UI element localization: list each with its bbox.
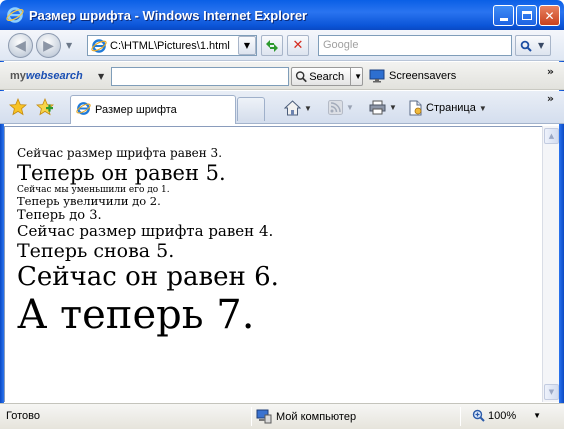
mywebsearch-search-button[interactable]: Search ▼ (291, 67, 363, 86)
commandbar-overflow-chevron-icon[interactable]: » (547, 92, 554, 105)
text-line-size-2: Теперь увеличили до 2. (17, 194, 161, 209)
toolbar-overflow-chevron-icon[interactable]: » (547, 65, 554, 78)
tab-ie-icon (76, 101, 91, 119)
zoom-label: 100% (488, 409, 517, 422)
scroll-down-button[interactable]: ▼ (544, 384, 559, 400)
back-arrow-icon: ◀ (15, 37, 26, 54)
minimize-icon (499, 18, 508, 21)
text-line-size-7: А теперь 7. (17, 292, 255, 339)
page-content: Сейчас размер шрифта равен 3. Теперь он … (4, 126, 542, 402)
logo-prefix: my (10, 70, 26, 82)
text-line-size-3b: Теперь до 3. (17, 207, 102, 223)
status-divider (460, 407, 461, 426)
stop-icon: ✕ (292, 38, 304, 53)
status-text: Готово (6, 410, 40, 422)
rss-feed-icon (328, 100, 343, 115)
page-dropdown-icon: ▼ (478, 103, 487, 113)
text-line-size-3: Сейчас размер шрифта равен 3. (17, 146, 223, 160)
maximize-button[interactable] (516, 5, 537, 26)
history-dropdown-icon[interactable]: ▼ (66, 41, 72, 50)
mywebsearch-logo[interactable]: mywebsearch (10, 70, 83, 82)
page-menu-button[interactable]: Страница ▼ (408, 100, 487, 116)
zoom-dropdown-icon: ▼ (533, 411, 542, 420)
tab-razmer-shrifta[interactable]: Размер шрифта (70, 95, 236, 124)
status-divider (251, 407, 252, 426)
search-label: Search (309, 70, 345, 83)
refresh-icon (266, 39, 278, 52)
stop-button[interactable]: ✕ (287, 35, 309, 56)
scroll-up-button[interactable]: ▲ (544, 128, 559, 144)
feeds-button[interactable]: ▼ (328, 100, 354, 115)
text-line-size-4: Сейчас размер шрифта равен 4. (17, 222, 274, 241)
window-title: Размер шрифта - Windows Internet Explore… (29, 7, 308, 23)
feeds-dropdown-icon[interactable]: ▼ (346, 103, 354, 112)
magnifier-icon (295, 71, 307, 83)
refresh-button[interactable] (261, 35, 283, 56)
logo-dropdown-icon[interactable]: ▼ (98, 72, 104, 81)
address-toolbar: ◀ ▶ ▼ C:\HTML\Pictures\1.html ▼ ✕ Google (0, 30, 564, 61)
mywebsearch-toolbar: mywebsearch ▼ Search ▼ Screensavers » (0, 62, 564, 90)
print-button[interactable]: ▼ (369, 100, 397, 115)
forward-arrow-icon: ▶ (43, 37, 54, 54)
scroll-up-arrow-icon: ▲ (548, 132, 555, 140)
security-zone[interactable]: Мой компьютер (256, 409, 356, 424)
tab-bar: Размер шрифта ▼ ▼ ▼ Страница ▼ » (0, 91, 564, 124)
home-button[interactable]: ▼ (284, 100, 312, 116)
window-controls: ✕ (493, 5, 560, 26)
screensavers-button[interactable]: Screensavers (369, 69, 456, 83)
scroll-down-arrow-icon: ▼ (548, 388, 555, 396)
zoom-control[interactable]: 100% ▼ (472, 409, 541, 422)
forward-button[interactable]: ▶ (36, 33, 61, 58)
print-dropdown-icon[interactable]: ▼ (389, 103, 397, 112)
home-icon (284, 100, 301, 116)
back-button[interactable]: ◀ (8, 33, 33, 58)
zoom-magnifier-icon (472, 409, 485, 422)
home-dropdown-icon[interactable]: ▼ (304, 104, 312, 113)
internet-explorer-icon (6, 6, 24, 24)
page-ie-icon (91, 38, 107, 54)
mywebsearch-input[interactable] (111, 67, 289, 86)
vertical-scrollbar[interactable]: ▲ ▼ (542, 126, 559, 402)
printer-icon (369, 100, 386, 115)
text-line-size-5b: Теперь снова 5. (17, 239, 175, 262)
text-line-size-6: Сейчас он равен 6. (17, 261, 279, 292)
address-dropdown-button[interactable]: ▼ (238, 36, 256, 55)
close-icon: ✕ (544, 8, 555, 23)
title-bar[interactable]: Размер шрифта - Windows Internet Explore… (0, 0, 564, 30)
address-field[interactable]: C:\HTML\Pictures\1.html (87, 35, 257, 56)
search-input[interactable]: Google (318, 35, 512, 56)
search-dropdown-icon[interactable]: ▼ (350, 68, 362, 85)
page-icon (409, 100, 422, 116)
monitor-icon (369, 69, 385, 83)
tab-label: Размер шрифта (95, 104, 177, 116)
logo-main: websearch (25, 70, 83, 82)
zone-label: Мой компьютер (276, 410, 357, 423)
search-button[interactable]: ▼ (515, 35, 551, 56)
magnifier-icon (520, 40, 532, 52)
chevron-down-icon: ▼ (243, 41, 251, 50)
screensavers-label: Screensavers (389, 70, 457, 82)
search-options-dropdown-icon: ▼ (538, 41, 545, 50)
my-computer-icon (256, 409, 272, 424)
page-menu-label: Страница (426, 102, 476, 114)
text-line-size-5: Теперь он равен 5. (17, 160, 226, 185)
minimize-button[interactable] (493, 5, 514, 26)
status-bar: Готово Мой компьютер 100% ▼ (0, 403, 564, 429)
address-url: C:\HTML\Pictures\1.html (110, 39, 230, 52)
close-button[interactable]: ✕ (539, 5, 560, 26)
new-tab-button[interactable] (237, 97, 265, 121)
add-favorites-icon[interactable] (35, 97, 55, 116)
maximize-icon (521, 11, 532, 20)
favorites-star-icon[interactable] (8, 97, 28, 116)
